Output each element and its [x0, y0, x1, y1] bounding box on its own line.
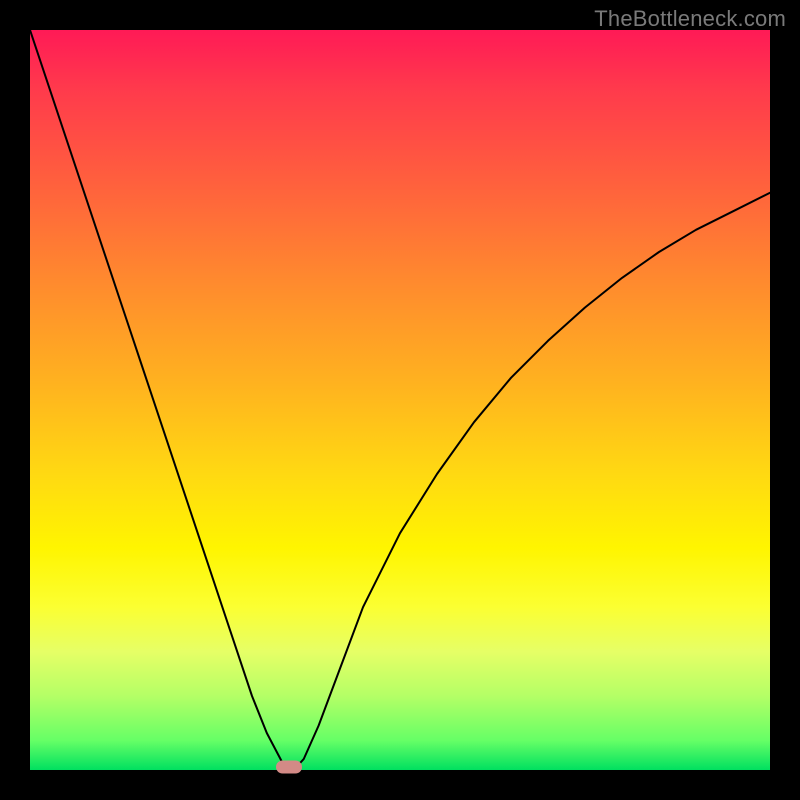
- bottleneck-curve: [30, 30, 770, 767]
- curve-svg: [30, 30, 770, 770]
- plot-area: [30, 30, 770, 770]
- chart-frame: TheBottleneck.com: [0, 0, 800, 800]
- watermark-text: TheBottleneck.com: [594, 6, 786, 32]
- optimal-point-marker: [276, 761, 302, 774]
